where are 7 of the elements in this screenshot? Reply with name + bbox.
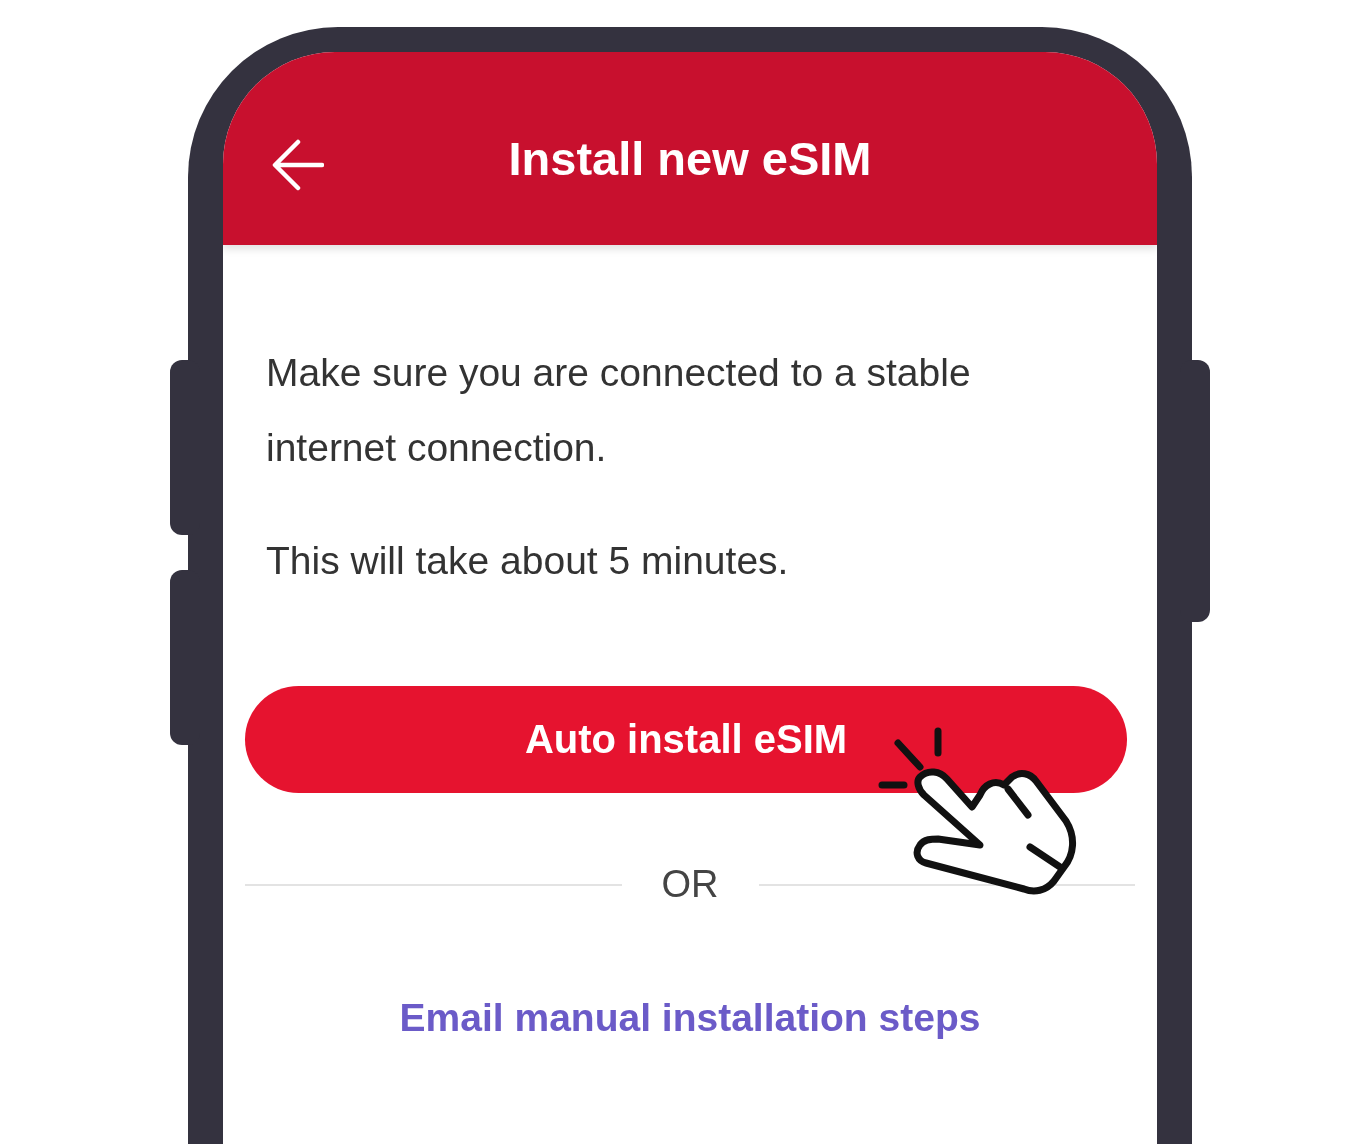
email-steps-link[interactable]: Email manual installation steps xyxy=(399,996,981,1039)
back-arrow-icon[interactable] xyxy=(272,139,324,191)
auto-install-button[interactable]: Auto install eSIM xyxy=(245,686,1127,793)
instruction-text: This will take about 5 minutes. xyxy=(266,538,790,584)
screen-title: Install new eSIM xyxy=(508,131,872,186)
or-divider-label: OR xyxy=(661,863,719,906)
instruction-text: Make sure you are connected to a stable internet connection. xyxy=(266,350,972,471)
